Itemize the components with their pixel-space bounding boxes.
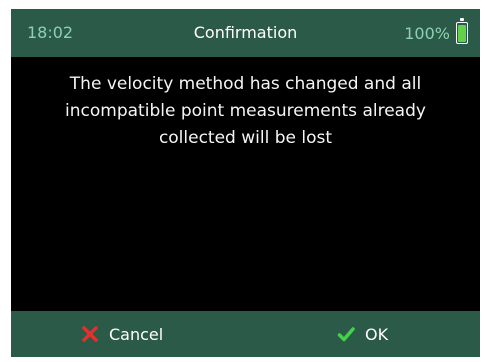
confirmation-message: The velocity method has changed and all … — [65, 74, 426, 148]
ok-button[interactable]: OK — [337, 311, 388, 357]
check-icon — [337, 327, 355, 342]
battery-fill — [458, 25, 466, 42]
battery-icon — [456, 18, 468, 44]
action-bar: Cancel OK — [11, 311, 480, 357]
ok-label: OK — [365, 324, 389, 344]
confirmation-screen: 18:02 Confirmation 100% The velocity met… — [11, 9, 480, 357]
cancel-button[interactable]: Cancel — [81, 311, 163, 357]
battery-indicator: 100% — [404, 9, 468, 57]
battery-percent: 100% — [404, 23, 450, 43]
cancel-label: Cancel — [109, 324, 164, 344]
x-icon — [82, 326, 98, 342]
status-bar: 18:02 Confirmation 100% — [11, 9, 480, 57]
